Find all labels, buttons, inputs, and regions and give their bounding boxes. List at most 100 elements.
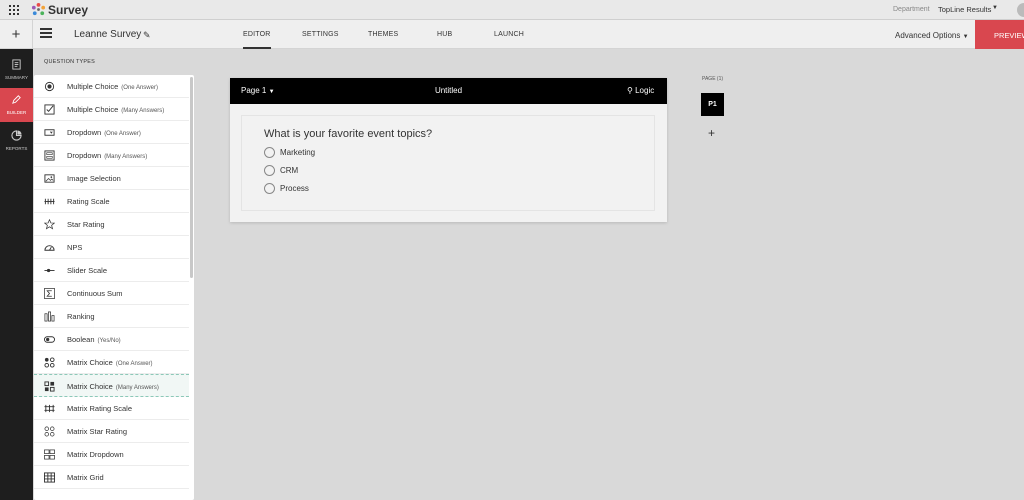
pages-count-label: PAGE (1) xyxy=(702,76,724,82)
page-card: Page 1 ▼ Untitled ⚲ Logic What is your f… xyxy=(230,78,667,222)
caret-down-icon: ▼ xyxy=(962,34,969,40)
department-selector[interactable]: TopLine Results xyxy=(938,5,991,14)
option-label: Process xyxy=(280,184,309,193)
tab-editor[interactable]: EDITOR xyxy=(243,31,271,49)
question-type-star-rating[interactable]: Star Rating xyxy=(34,213,189,236)
checkbox-icon xyxy=(44,104,55,115)
question-type-sub: (One Answer) xyxy=(121,85,158,91)
question-type-label: Matrix Grid xyxy=(67,473,104,482)
tab-hub[interactable]: HUB xyxy=(437,31,452,38)
question-types-list: Multiple Choice (One Answer) Multiple Cho… xyxy=(34,75,194,500)
question-type-sub: (One Answer) xyxy=(104,131,141,137)
ranking-icon xyxy=(44,311,55,322)
option-label: Marketing xyxy=(280,148,316,157)
question-type-multiple-choice-one[interactable]: Multiple Choice (One Answer) xyxy=(34,75,189,98)
question-type-sub: (Many Answers) xyxy=(115,385,159,391)
logo-icon xyxy=(31,2,46,16)
apps-grid-icon[interactable] xyxy=(9,5,19,15)
question-type-ranking[interactable]: Ranking xyxy=(34,305,189,328)
sidebar-item-reports[interactable]: REPORTS xyxy=(0,124,33,158)
page-title[interactable]: Untitled xyxy=(230,86,667,95)
question-type-nps[interactable]: NPS xyxy=(34,236,189,259)
question-type-sub: (Many Answers) xyxy=(104,154,148,160)
question-type-label: Image Selection xyxy=(67,174,121,183)
sidebar-item-label: BUILDER xyxy=(6,110,27,115)
pie-chart-icon xyxy=(11,130,22,141)
question-type-label: Matrix Choice xyxy=(67,382,113,391)
advanced-options-dropdown[interactable]: Advanced Options ▼ xyxy=(895,31,969,40)
sidebar-item-builder[interactable]: BUILDER xyxy=(0,88,33,122)
question-type-slider-scale[interactable]: Slider Scale xyxy=(34,259,189,282)
question-type-rating-scale[interactable]: Rating Scale xyxy=(34,190,189,213)
question-type-matrix-choice-one[interactable]: Matrix Choice (One Answer) xyxy=(34,351,189,374)
add-button[interactable]: + xyxy=(0,20,33,49)
logic-label: Logic xyxy=(635,86,655,95)
question-type-dropdown-one[interactable]: Dropdown (One Answer) xyxy=(34,121,189,144)
rating-scale-icon xyxy=(44,198,55,205)
add-page-button[interactable]: + xyxy=(708,126,715,140)
preview-button[interactable]: PREVIEW xyxy=(975,20,1024,49)
question-type-label: NPS xyxy=(67,243,83,252)
question-type-multiple-choice-many[interactable]: Multiple Choice (Many Answers) xyxy=(34,98,189,121)
question-type-matrix-choice-many[interactable]: Matrix Choice (Many Answers) xyxy=(34,374,189,397)
question-type-label: Boolean xyxy=(67,335,95,344)
tab-settings[interactable]: SETTINGS xyxy=(302,31,339,38)
question-type-matrix-star-rating[interactable]: Matrix Star Rating xyxy=(34,420,189,443)
slider-icon xyxy=(44,268,55,273)
option-label: CRM xyxy=(280,166,299,175)
document-icon xyxy=(12,59,21,70)
top-bar: Survey Department TopLine Results ▼ xyxy=(0,0,1024,20)
tab-themes[interactable]: THEMES xyxy=(368,31,398,38)
department-label: Department xyxy=(893,6,930,13)
question-type-matrix-grid[interactable]: Matrix Grid xyxy=(34,466,189,489)
sidebar-item-label: SUMMARY xyxy=(5,75,28,80)
page-chip[interactable]: P1 xyxy=(701,93,724,116)
question-type-boolean[interactable]: Boolean (Yes/No) xyxy=(34,328,189,351)
question-type-sub: (Yes/No) xyxy=(97,338,121,344)
logic-button[interactable]: ⚲ Logic xyxy=(627,86,654,95)
survey-name[interactable]: Leanne Survey xyxy=(74,29,141,40)
avatar[interactable] xyxy=(1017,3,1024,17)
question-type-matrix-dropdown[interactable]: Matrix Dropdown xyxy=(34,443,189,466)
question-type-image-selection[interactable]: Image Selection xyxy=(34,167,189,190)
sidebar-item-summary[interactable]: SUMMARY xyxy=(0,53,33,87)
pencil-icon[interactable]: ✎ xyxy=(143,30,151,41)
caret-down-icon[interactable]: ▼ xyxy=(992,5,998,11)
star-icon xyxy=(44,219,55,230)
radio-button[interactable] xyxy=(264,183,275,194)
scrollbar[interactable] xyxy=(190,77,193,278)
matrix-dropdown-icon xyxy=(44,449,55,460)
question-block[interactable]: What is your favorite event topics? Mark… xyxy=(241,115,655,211)
page-header: Page 1 ▼ Untitled ⚲ Logic xyxy=(230,78,667,104)
multi-dropdown-icon xyxy=(44,150,55,161)
question-text[interactable]: What is your favorite event topics? xyxy=(264,128,432,140)
app-name: Survey xyxy=(48,3,89,17)
question-type-label: Dropdown xyxy=(67,128,102,137)
question-type-label: Ranking xyxy=(67,312,95,321)
radio-button[interactable] xyxy=(264,147,275,158)
logic-icon: ⚲ xyxy=(627,86,633,95)
advanced-options-label: Advanced Options xyxy=(895,31,961,40)
question-type-matrix-rating-scale[interactable]: Matrix Rating Scale xyxy=(34,397,189,420)
matrix-checkbox-icon xyxy=(44,381,55,392)
toggle-icon xyxy=(44,336,55,343)
matrix-rating-icon xyxy=(44,404,55,413)
radio-button[interactable] xyxy=(264,165,275,176)
question-type-continuous-sum[interactable]: Continuous Sum xyxy=(34,282,189,305)
question-type-label: Slider Scale xyxy=(67,266,108,275)
question-type-label: Star Rating xyxy=(67,220,105,229)
sidebar-item-label: REPORTS xyxy=(5,146,28,151)
question-types-panel: QUESTION TYPES Multiple Choice (One Answe… xyxy=(33,49,194,500)
toolbar: + Leanne Survey ✎ EDITOR SETTINGS THEMES… xyxy=(0,20,1024,49)
question-type-label: Dropdown xyxy=(67,151,102,160)
question-type-label: Continuous Sum xyxy=(67,289,123,298)
list-icon[interactable] xyxy=(40,28,52,40)
matrix-star-icon xyxy=(44,426,55,437)
question-type-label: Matrix Dropdown xyxy=(67,450,124,459)
tab-launch[interactable]: LAUNCH xyxy=(494,31,524,38)
pencil-icon xyxy=(12,95,21,104)
question-type-dropdown-many[interactable]: Dropdown (Many Answers) xyxy=(34,144,189,167)
sum-icon xyxy=(44,288,55,299)
dropdown-icon xyxy=(44,129,55,136)
radio-icon xyxy=(44,81,55,92)
